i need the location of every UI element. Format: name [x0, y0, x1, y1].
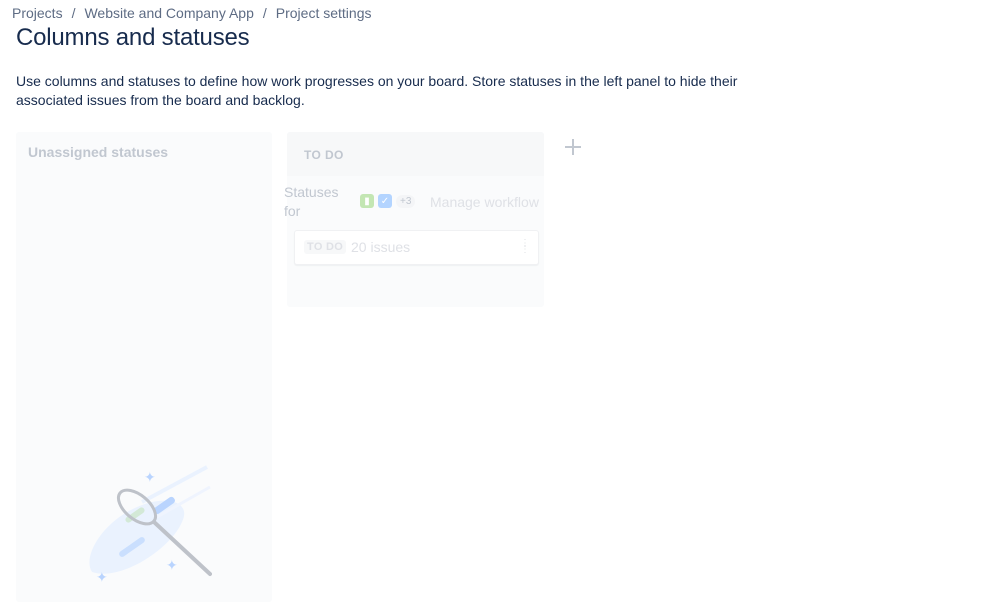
task-icon: ✓ [378, 194, 392, 208]
page-title: Columns and statuses [16, 24, 250, 51]
board-column-todo[interactable]: TO DO Statuses for ▮ ✓ +3 Manage workflo… [284, 132, 544, 307]
unassigned-statuses-panel: Unassigned statuses ✦ ✦ ✦ [16, 132, 272, 602]
manage-workflow-link[interactable]: Manage workflow [430, 194, 539, 210]
breadcrumb-project-settings[interactable]: Project settings [276, 5, 372, 21]
breadcrumb-project[interactable]: Website and Company App [84, 5, 253, 21]
add-column-button[interactable] [560, 134, 586, 160]
plus-icon [565, 139, 581, 155]
breadcrumb: Projects / Website and Company App / Pro… [12, 5, 371, 21]
svg-text:✦: ✦ [144, 469, 156, 485]
story-icon: ▮ [360, 194, 374, 208]
more-issue-types-badge: +3 [396, 194, 416, 208]
breadcrumb-separator: / [262, 5, 267, 21]
empty-search-racket-icon: ✦ ✦ ✦ [89, 465, 212, 585]
column-name: TO DO [304, 148, 344, 162]
issue-types: ▮ ✓ +3 [360, 194, 416, 208]
status-lozenge: TO DO [304, 240, 347, 254]
svg-text:✦: ✦ [166, 557, 178, 573]
svg-text:✦: ✦ [96, 569, 108, 585]
drag-handle-icon[interactable]: ⋮ ⋮ [520, 239, 530, 255]
breadcrumb-separator: / [71, 5, 76, 21]
status-issue-count: 20 issues [351, 239, 411, 255]
breadcrumb-projects[interactable]: Projects [12, 5, 63, 21]
unassigned-statuses-title: Unassigned statuses [28, 144, 169, 160]
statuses-for-label: Statuses for [284, 184, 339, 219]
status-card[interactable]: TO DO 20 issues ⋮ ⋮ [294, 230, 539, 265]
page-description: Use columns and statuses to define how w… [16, 73, 738, 108]
column-header[interactable]: TO DO [287, 132, 544, 176]
